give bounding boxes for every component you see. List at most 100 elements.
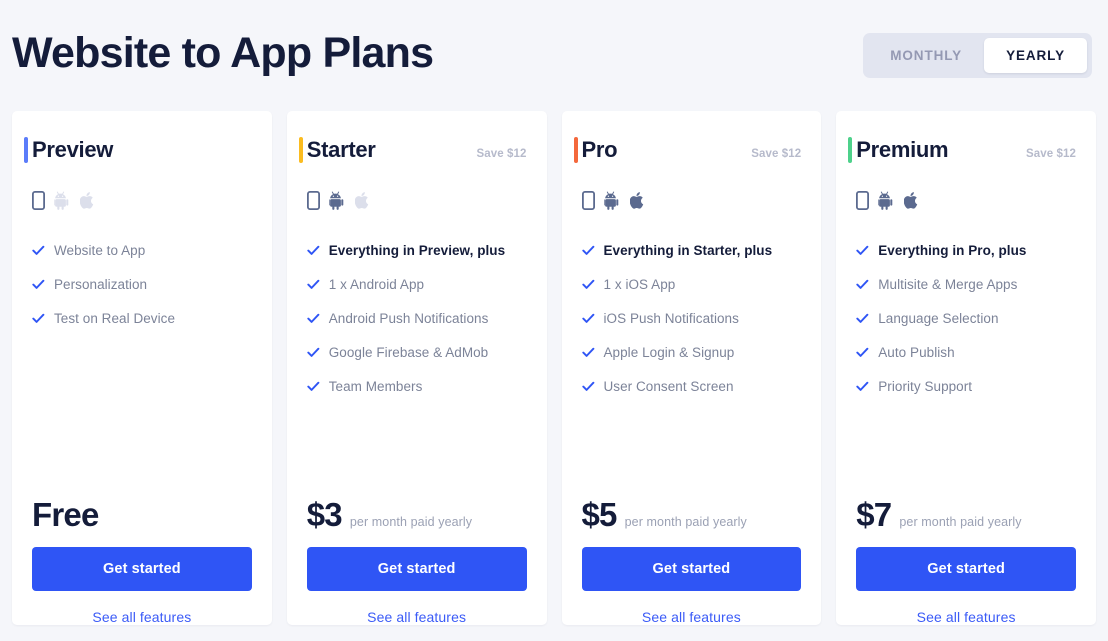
apple-icon (629, 191, 646, 210)
plan-savings-label: Save $12 (476, 148, 527, 160)
price-block: $7 per month paid yearly (856, 497, 1076, 541)
card-header: Starter Save $12 (298, 137, 527, 165)
price-block: $3 per month paid yearly (307, 497, 527, 541)
feature-item: Language Selection (856, 310, 1076, 327)
feature-label: Team Members (328, 379, 423, 394)
feature-label: 1 x Android App (328, 277, 425, 292)
check-icon (581, 378, 595, 395)
feature-label: Multisite & Merge Apps (878, 277, 1018, 292)
feature-item: Website to App (32, 242, 252, 259)
plan-accent-bar (298, 137, 303, 163)
feature-item: User Consent Screen (581, 378, 802, 395)
price-block: $5 per month paid yearly (582, 497, 802, 541)
check-icon (856, 310, 869, 327)
card-header: Premium Save $12 (848, 137, 1076, 165)
page-header: Website to App Plans MONTHLY YEARLY (0, 0, 1108, 111)
check-icon (307, 310, 320, 327)
feature-list: Everything in Preview, plus 1 x Android A… (307, 242, 527, 497)
price-amount: $3 (306, 496, 343, 533)
feature-item: Everything in Pro, plus (856, 242, 1076, 259)
feature-item: 1 x iOS App (581, 276, 802, 293)
plan-name: Premium (856, 137, 949, 162)
feature-label: Website to App (54, 243, 146, 258)
feature-list: Website to App Personalization Test on Rea… (32, 242, 252, 497)
feature-item: Everything in Preview, plus (307, 242, 527, 259)
plan-name: Pro (581, 137, 618, 162)
check-icon (307, 242, 320, 259)
pricing-card: Preview Website to App Personalization Test… (12, 111, 272, 625)
mobile-phone-icon (32, 190, 45, 210)
see-all-features-link[interactable]: See all features (582, 591, 802, 625)
get-started-button[interactable]: Get started (856, 547, 1076, 591)
feature-item: Test on Real Device (32, 310, 252, 327)
plan-accent-bar (24, 137, 28, 163)
feature-item: 1 x Android App (307, 276, 527, 293)
feature-label: Personalization (54, 277, 148, 292)
plan-name: Preview (32, 137, 114, 162)
feature-item: Team Members (307, 378, 527, 395)
toggle-option-yearly[interactable]: YEARLY (984, 38, 1087, 73)
plan-accent-bar (573, 137, 578, 163)
price-period-note: per month paid yearly (899, 515, 1022, 529)
get-started-button[interactable]: Get started (306, 547, 527, 591)
pricing-card: Pro Save $12 Everything in Starter, plus 1 … (561, 111, 822, 625)
check-icon (32, 242, 45, 259)
feature-label: Android Push Notifications (328, 311, 489, 326)
feature-item: iOS Push Notifications (581, 310, 802, 327)
apple-icon (80, 191, 96, 210)
get-started-button[interactable]: Get started (581, 547, 802, 591)
see-all-features-link[interactable]: See all features (307, 591, 527, 625)
feature-label: User Consent Screen (603, 379, 734, 394)
mobile-phone-icon (306, 190, 320, 210)
mobile-phone-icon (581, 190, 595, 210)
price-amount: $5 (581, 496, 618, 533)
android-icon (54, 191, 71, 210)
check-icon (32, 276, 45, 293)
feature-list: Everything in Pro, plus Multisite & Merge… (856, 242, 1076, 497)
feature-label: Everything in Starter, plus (603, 243, 773, 258)
supported-platforms (32, 189, 252, 211)
check-icon (581, 276, 595, 293)
plan-name: Starter (306, 137, 376, 162)
feature-label: Test on Real Device (54, 311, 176, 326)
pricing-card-list: Preview Website to App Personalization Test… (12, 111, 1096, 625)
android-icon (328, 191, 346, 210)
supported-platforms (306, 189, 527, 211)
check-icon (32, 310, 45, 327)
price-period-note: per month paid yearly (624, 515, 747, 529)
check-icon (856, 242, 869, 259)
plan-accent-bar (848, 137, 853, 163)
see-all-features-link[interactable]: See all features (32, 591, 252, 625)
page-title: Website to App Plans (12, 29, 434, 77)
check-icon (307, 276, 320, 293)
feature-label: Google Firebase & AdMob (328, 345, 489, 360)
feature-item: Google Firebase & AdMob (307, 344, 527, 361)
android-icon (603, 191, 621, 210)
toggle-option-monthly[interactable]: MONTHLY (868, 38, 984, 73)
check-icon (307, 378, 320, 395)
price-period-note: per month paid yearly (349, 515, 473, 529)
feature-label: Everything in Pro, plus (878, 243, 1027, 258)
plan-savings-label: Save $12 (1025, 148, 1076, 160)
plan-savings-label: Save $12 (751, 148, 802, 160)
price-amount: Free (32, 496, 99, 533)
see-all-features-link[interactable]: See all features (856, 591, 1076, 625)
check-icon (581, 242, 595, 259)
feature-label: Priority Support (878, 379, 973, 394)
pricing-page: Website to App Plans MONTHLY YEARLY Prev… (0, 0, 1108, 641)
billing-period-toggle[interactable]: MONTHLY YEARLY (863, 33, 1092, 78)
feature-item: Priority Support (856, 378, 1076, 395)
feature-label: Language Selection (878, 311, 999, 326)
supported-platforms (856, 189, 1076, 211)
check-icon (581, 310, 595, 327)
android-icon (878, 191, 895, 210)
feature-item: Auto Publish (856, 344, 1076, 361)
feature-item: Personalization (32, 276, 252, 293)
get-started-button[interactable]: Get started (32, 547, 252, 591)
check-icon (581, 344, 595, 361)
feature-label: Auto Publish (878, 345, 955, 360)
feature-item: Android Push Notifications (307, 310, 527, 327)
card-header: Pro Save $12 (573, 137, 802, 165)
feature-item: Apple Login & Signup (581, 344, 802, 361)
card-header: Preview (24, 137, 252, 165)
